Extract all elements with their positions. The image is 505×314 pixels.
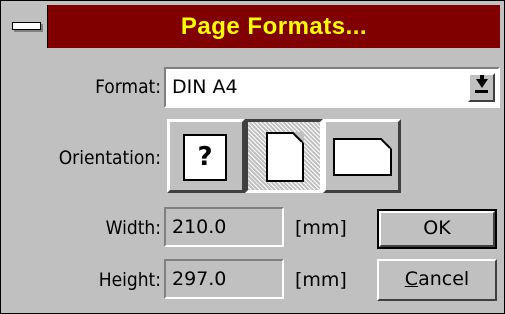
height-label: Height:	[98, 269, 161, 291]
orientation-unknown-button[interactable]: ?	[167, 119, 245, 193]
orientation-label: Orientation:	[58, 147, 161, 169]
orientation-portrait-button[interactable]	[245, 119, 323, 193]
width-field[interactable]: 210.0	[164, 207, 284, 247]
width-value: 210.0	[172, 216, 227, 238]
height-unit: [mm]	[295, 269, 347, 291]
ok-label: OK	[423, 217, 451, 239]
page-unknown-icon: ?	[183, 134, 227, 181]
cancel-label-rest: ancel	[418, 268, 470, 290]
orientation-landscape-button[interactable]	[323, 119, 401, 193]
title-bar: Page Formats...	[5, 5, 500, 48]
cancel-button[interactable]: Cancel	[377, 259, 497, 301]
page-formats-dialog: Page Formats... Format: DIN A4 Orientati…	[0, 0, 505, 314]
width-unit: [mm]	[295, 217, 347, 239]
height-value: 297.0	[172, 268, 227, 290]
page-landscape-icon	[333, 138, 392, 176]
system-menu-icon	[12, 22, 41, 30]
height-field[interactable]: 297.0	[164, 259, 284, 299]
ok-button[interactable]: OK	[377, 209, 497, 249]
cancel-label: Cancel	[405, 261, 469, 298]
format-value: DIN A4	[172, 76, 238, 98]
width-label: Width:	[105, 217, 161, 239]
cancel-mnemonic: C	[404, 268, 419, 290]
format-label: Format:	[95, 76, 161, 98]
format-combobox[interactable]: DIN A4	[164, 67, 500, 108]
page-portrait-icon	[266, 132, 304, 182]
system-menu-button[interactable]	[5, 5, 48, 48]
format-dropdown-button[interactable]	[468, 73, 495, 102]
dialog-title: Page Formats...	[180, 13, 368, 40]
